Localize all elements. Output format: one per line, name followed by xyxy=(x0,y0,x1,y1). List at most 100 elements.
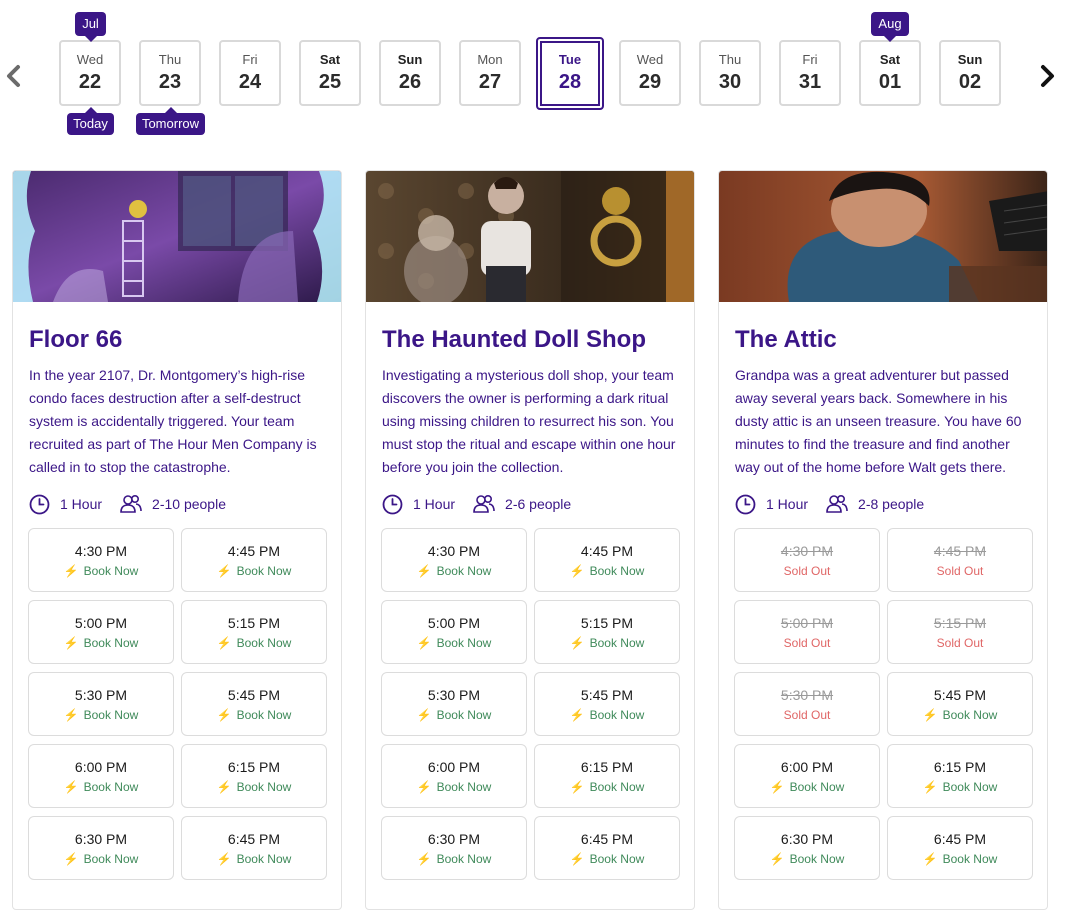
time-slot[interactable]: 6:15 PM ⚡ Book Now xyxy=(181,744,327,808)
slot-time: 6:45 PM xyxy=(933,831,987,847)
slot-status: ⚡ Book Now xyxy=(535,708,679,722)
room-card-the-attic: The Attic Grandpa was a great adventurer… xyxy=(718,170,1048,910)
slot-status-label: Book Now xyxy=(236,564,292,578)
slot-status-label: Sold Out xyxy=(783,564,831,578)
day-of-week: Fri xyxy=(802,52,818,67)
day-02[interactable]: Sun 02 xyxy=(939,40,1001,106)
day-of-week: Sat xyxy=(879,52,901,67)
slot-status: ⚡ Book Now xyxy=(29,636,173,650)
slot-status: ⚡ Book Now xyxy=(888,708,1032,722)
slot-time: 4:30 PM xyxy=(427,543,481,559)
time-slot[interactable]: 5:45 PM ⚡ Book Now xyxy=(181,672,327,736)
time-slot-grid: 4:30 PM⚡Sold Out 4:45 PM⚡Sold Out 5:00 P… xyxy=(734,528,1034,880)
time-slot[interactable]: 6:00 PM ⚡ Book Now xyxy=(381,744,527,808)
slot-time: 6:30 PM xyxy=(427,831,481,847)
slot-status-label: Book Now xyxy=(436,636,492,650)
slot-time: 5:15 PM xyxy=(580,615,634,631)
slot-status: ⚡ Book Now xyxy=(535,780,679,794)
month-label-aug: Aug xyxy=(871,12,909,42)
slot-status: ⚡ Book Now xyxy=(182,708,326,722)
slot-status-label: Book Now xyxy=(789,852,845,866)
people-icon xyxy=(826,494,848,513)
lightning-icon: ⚡ xyxy=(216,708,232,722)
slot-time: 5:45 PM xyxy=(580,687,634,703)
time-slot[interactable]: 6:45 PM ⚡ Book Now xyxy=(534,816,680,880)
chevron-left-icon[interactable] xyxy=(3,64,25,88)
time-slot[interactable]: 6:00 PM ⚡ Book Now xyxy=(28,744,174,808)
time-slot[interactable]: 5:00 PM ⚡ Book Now xyxy=(381,600,527,664)
day-24[interactable]: Fri 24 xyxy=(219,40,281,106)
slot-status-label: Sold Out xyxy=(783,636,831,650)
slot-status: ⚡ Book Now xyxy=(182,564,326,578)
day-of-week: Thu xyxy=(718,52,742,67)
day-27[interactable]: Mon 27 xyxy=(459,40,521,106)
slot-time: 4:30 PM xyxy=(780,543,834,559)
day-23[interactable]: Thu 23 xyxy=(139,40,201,106)
slot-status-label: Book Now xyxy=(436,852,492,866)
lightning-icon: ⚡ xyxy=(63,636,79,650)
day-31[interactable]: Fri 31 xyxy=(779,40,841,106)
slot-status: ⚡Sold Out xyxy=(888,564,1032,578)
day-30[interactable]: Thu 30 xyxy=(699,40,761,106)
day-of-week: Wed xyxy=(76,52,104,67)
time-slot[interactable]: 5:45 PM ⚡ Book Now xyxy=(887,672,1033,736)
day-number: 01 xyxy=(878,71,902,93)
month-label-jul: Jul xyxy=(75,12,106,42)
slot-status-label: Book Now xyxy=(236,708,292,722)
time-slot[interactable]: 5:45 PM ⚡ Book Now xyxy=(534,672,680,736)
lightning-icon: ⚡ xyxy=(216,780,232,794)
day-29[interactable]: Wed 29 xyxy=(619,40,681,106)
day-of-week: Thu xyxy=(158,52,182,67)
day-25[interactable]: Sat 25 xyxy=(299,40,361,106)
room-title: The Haunted Doll Shop xyxy=(382,326,646,353)
time-slot[interactable]: 5:15 PM ⚡ Book Now xyxy=(181,600,327,664)
slot-status: ⚡ Book Now xyxy=(182,780,326,794)
slot-status: ⚡ Book Now xyxy=(888,780,1032,794)
slot-status-label: Book Now xyxy=(789,780,845,794)
slot-status-label: Book Now xyxy=(83,636,139,650)
people-icon xyxy=(473,494,495,513)
time-slot[interactable]: 6:15 PM ⚡ Book Now xyxy=(887,744,1033,808)
time-slot[interactable]: 6:30 PM ⚡ Book Now xyxy=(734,816,880,880)
time-slot[interactable]: 6:30 PM ⚡ Book Now xyxy=(381,816,527,880)
time-slot[interactable]: 5:15 PM ⚡ Book Now xyxy=(534,600,680,664)
slot-status: ⚡Sold Out xyxy=(735,564,879,578)
slot-status: ⚡Sold Out xyxy=(735,636,879,650)
slot-time: 6:15 PM xyxy=(580,759,634,775)
lightning-icon: ⚡ xyxy=(216,564,232,578)
day-22[interactable]: Wed 22 xyxy=(59,40,121,106)
time-slot[interactable]: 4:45 PM ⚡ Book Now xyxy=(181,528,327,592)
time-slot[interactable]: 5:00 PM ⚡ Book Now xyxy=(28,600,174,664)
chevron-right-icon[interactable] xyxy=(1037,64,1059,88)
lightning-icon: ⚡ xyxy=(769,780,785,794)
time-slot[interactable]: 4:30 PM ⚡ Book Now xyxy=(381,528,527,592)
room-title: Floor 66 xyxy=(29,326,123,353)
slot-status: ⚡ Book Now xyxy=(382,852,526,866)
room-meta: 1 Hour 2-10 people xyxy=(29,491,325,517)
time-slot[interactable]: 6:15 PM ⚡ Book Now xyxy=(534,744,680,808)
time-slot[interactable]: 5:30 PM ⚡ Book Now xyxy=(381,672,527,736)
time-slot-sold-out: 5:30 PM ⚡Sold Out xyxy=(734,672,880,736)
duration-label: 1 Hour xyxy=(60,496,103,512)
time-slot[interactable]: 6:00 PM ⚡ Book Now xyxy=(734,744,880,808)
group-size-label: 2-10 people xyxy=(152,496,226,512)
slot-status-label: Book Now xyxy=(589,852,645,866)
lightning-icon: ⚡ xyxy=(922,708,938,722)
time-slot[interactable]: 4:30 PM ⚡ Book Now xyxy=(28,528,174,592)
slot-status-label: Book Now xyxy=(236,852,292,866)
day-01[interactable]: Sat 01 xyxy=(859,40,921,106)
day-26[interactable]: Sun 26 xyxy=(379,40,441,106)
group-size: 2-10 people xyxy=(120,494,226,514)
group-size: 2-8 people xyxy=(826,494,924,514)
time-slot[interactable]: 6:45 PM ⚡ Book Now xyxy=(181,816,327,880)
slot-time: 4:45 PM xyxy=(580,543,634,559)
day-of-week: Tue xyxy=(558,52,582,67)
time-slot[interactable]: 6:45 PM ⚡ Book Now xyxy=(887,816,1033,880)
time-slot[interactable]: 6:30 PM ⚡ Book Now xyxy=(28,816,174,880)
time-slot[interactable]: 5:30 PM ⚡ Book Now xyxy=(28,672,174,736)
time-slot-sold-out: 4:30 PM ⚡Sold Out xyxy=(734,528,880,592)
time-slot[interactable]: 4:45 PM ⚡ Book Now xyxy=(534,528,680,592)
slot-time: 6:30 PM xyxy=(780,831,834,847)
day-28-selected[interactable]: Tue 28 xyxy=(536,37,604,110)
lightning-icon: ⚡ xyxy=(569,852,585,866)
